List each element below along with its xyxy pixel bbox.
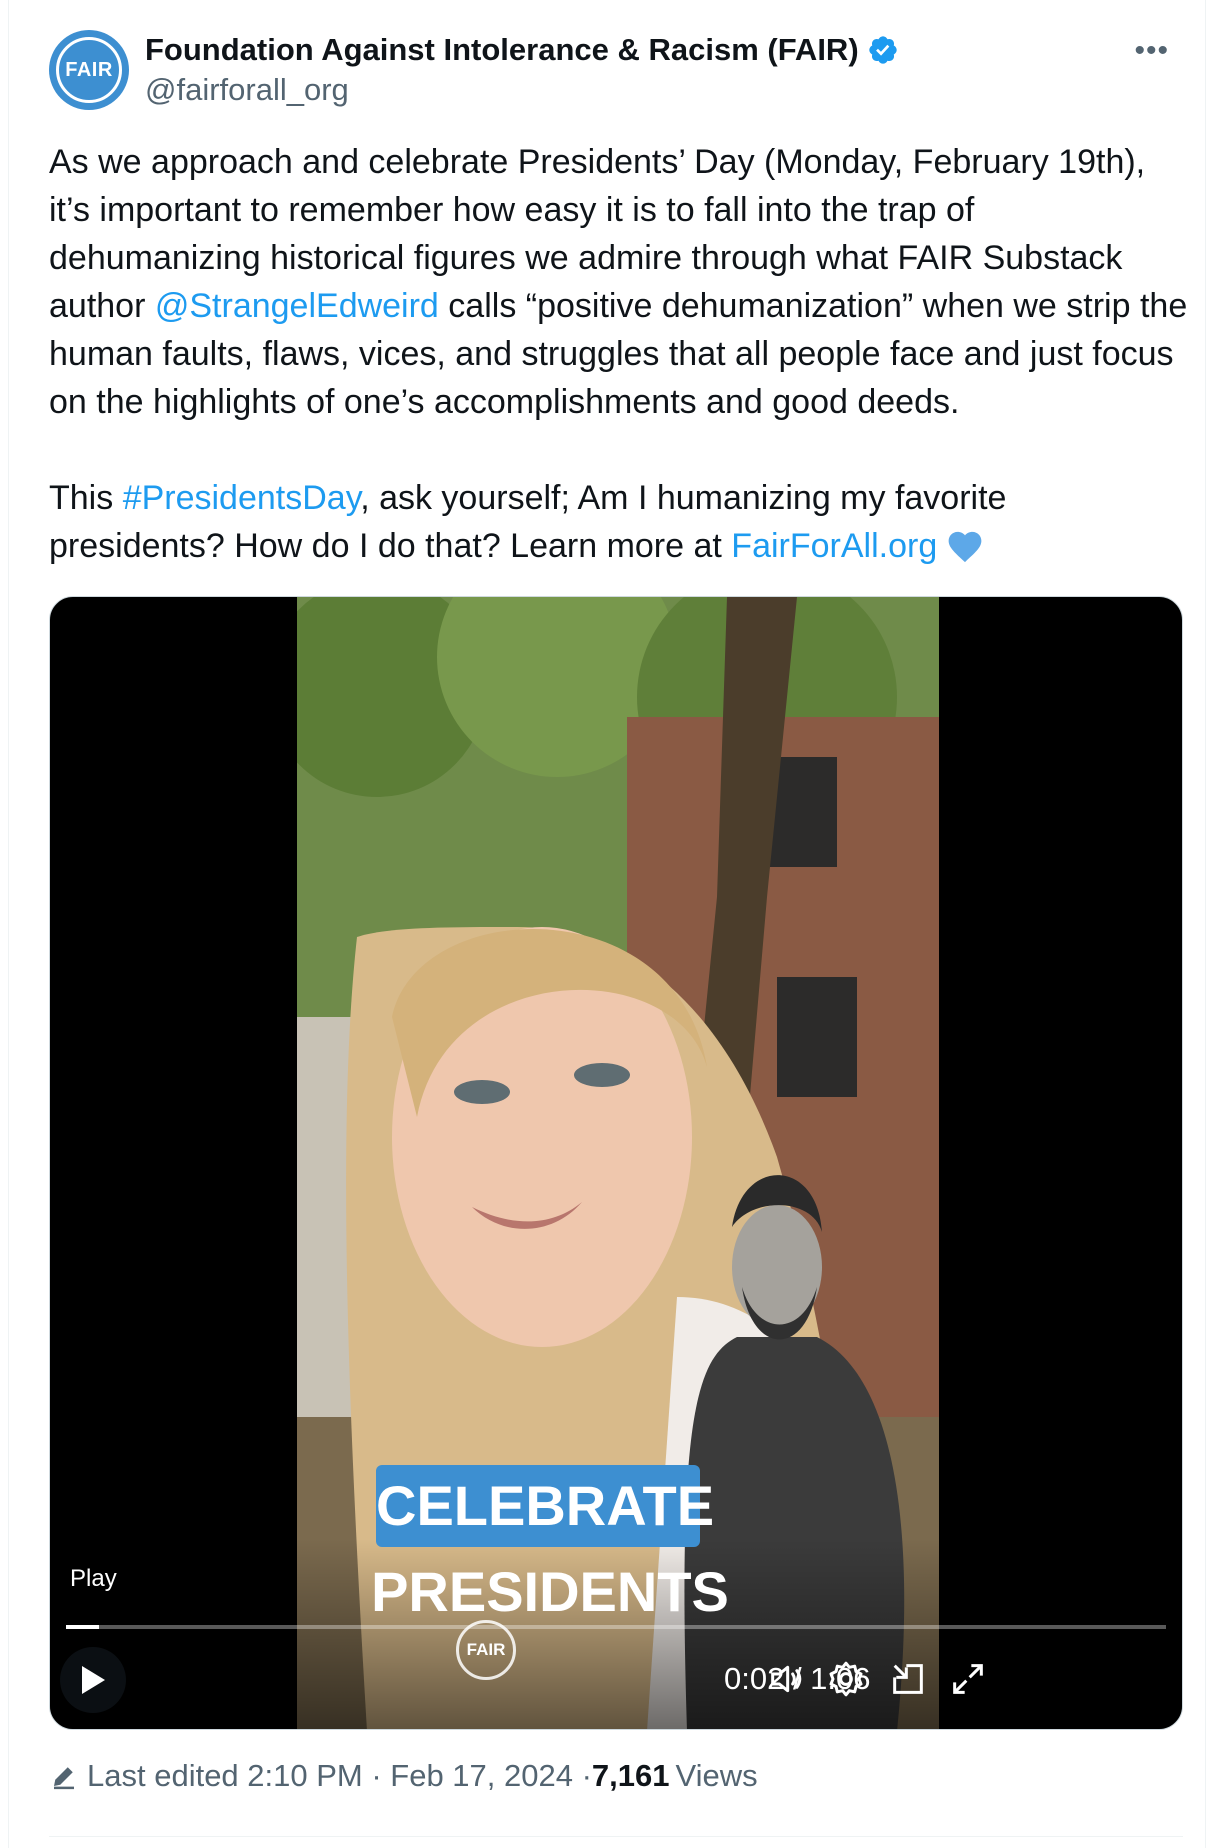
progress-fill — [66, 1625, 99, 1629]
tweet-paragraph-1: As we approach and celebrate Presidents’… — [49, 138, 1189, 426]
video-player[interactable]: CELEBRATE PRESIDENTS FAIR Play 0:02 / 1:… — [49, 596, 1183, 1730]
views-label: Views — [675, 1758, 758, 1793]
author-handle[interactable]: @fairforall_org — [145, 72, 349, 108]
play-tooltip: Play — [70, 1565, 117, 1592]
text-span: This — [49, 479, 123, 517]
divider — [49, 1836, 1183, 1837]
hashtag-link[interactable]: #PresidentsDay — [123, 479, 361, 517]
tweet-text: As we approach and celebrate Presidents’… — [49, 138, 1189, 570]
avatar-logo: FAIR — [56, 37, 122, 103]
tweet-paragraph-2: This #PresidentsDay, ask yourself; Am I … — [49, 474, 1189, 570]
author-name[interactable]: Foundation Against Intolerance & Racism … — [145, 32, 859, 68]
edited-timestamp[interactable]: Last edited 2:10 PM · Feb 17, 2024 · — [87, 1758, 592, 1794]
tweet-card: FAIR Foundation Against Intolerance & Ra… — [8, 0, 1206, 1848]
pip-icon[interactable] — [888, 1659, 928, 1699]
video-caption-sub: PRESIDENTS — [371, 1560, 729, 1623]
author-name-row: Foundation Against Intolerance & Racism … — [145, 32, 899, 68]
settings-icon[interactable] — [826, 1659, 866, 1699]
avatar[interactable]: FAIR — [49, 30, 129, 110]
tweet-footer: Last edited 2:10 PM · Feb 17, 2024 · 7,1… — [49, 1758, 758, 1794]
progress-bar[interactable] — [66, 1625, 1166, 1629]
play-button[interactable] — [60, 1647, 126, 1713]
edit-icon — [54, 1767, 74, 1790]
play-icon — [82, 1666, 105, 1694]
website-link[interactable]: FairForAll.org — [731, 527, 937, 565]
more-icon[interactable]: ••• — [1134, 34, 1169, 68]
verified-badge-icon — [868, 36, 897, 64]
views-count: 7,161 — [591, 1758, 670, 1793]
volume-icon[interactable] — [766, 1659, 806, 1699]
video-caption: CELEBRATE — [376, 1465, 714, 1547]
heart-icon — [948, 531, 982, 563]
mention-link[interactable]: @StrangelEdweird — [155, 287, 439, 325]
fullscreen-icon[interactable] — [948, 1659, 988, 1699]
fair-watermark: FAIR — [456, 1620, 516, 1680]
